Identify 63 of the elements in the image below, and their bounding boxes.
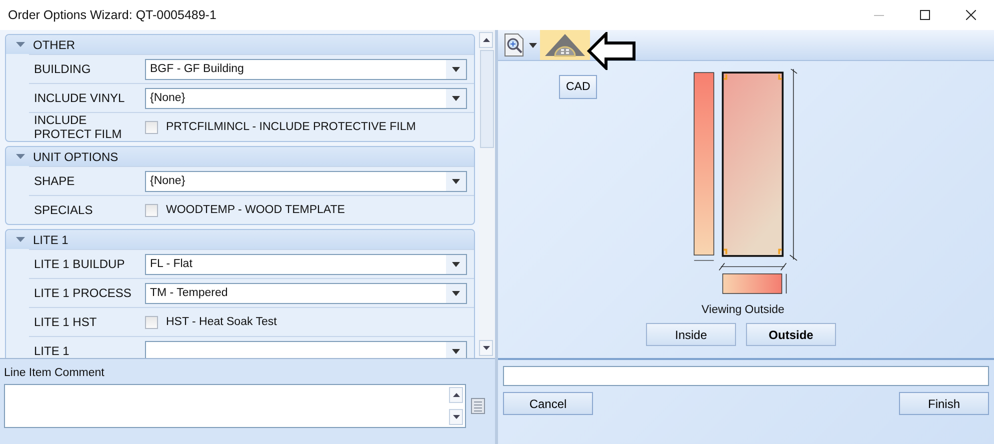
field-label: LITE 1 BUILDUP <box>33 257 126 271</box>
vertical-scrollbar[interactable] <box>479 30 495 358</box>
dropdown-field[interactable]: FL - Flat <box>145 254 467 274</box>
checkbox-label[interactable]: PRTCFILMINCL - INCLUDE PROTECTIVE FILM <box>166 121 416 133</box>
field-label: LITE 1 HST <box>33 315 98 329</box>
dropdown-field[interactable] <box>145 340 467 358</box>
field-label: LITE 1 PROCESS <box>33 286 132 300</box>
field-label: SPECIALS <box>33 203 94 217</box>
roof-window-icon <box>543 33 587 57</box>
close-icon <box>966 10 976 20</box>
down-arrow-icon <box>452 415 460 419</box>
caret-icon <box>452 66 460 72</box>
scroll-up-button[interactable] <box>479 32 493 48</box>
zoom-button[interactable] <box>504 33 526 57</box>
window-title: Order Options Wizard: QT-0005489-1 <box>7 8 218 22</box>
section-title[interactable]: LITE 1 <box>33 232 68 246</box>
scroll-down-button[interactable] <box>449 409 463 425</box>
collapse-triangle-icon[interactable] <box>16 40 25 49</box>
field-label: SHAPE <box>33 174 76 188</box>
cad-button[interactable]: CAD <box>559 75 598 99</box>
down-arrow-icon <box>482 346 490 350</box>
dropdown-field[interactable]: {None} <box>145 170 467 192</box>
caret-icon <box>452 290 460 296</box>
scroll-down-button[interactable] <box>479 340 493 356</box>
checkbox-label[interactable]: WOODTEMP - WOOD TEMPLATE <box>166 204 345 216</box>
dropdown-button[interactable] <box>529 42 537 48</box>
dropdown-field[interactable]: BGF - GF Building <box>145 58 467 80</box>
view-caption: Viewing Outside <box>702 304 784 316</box>
comment-label: Line Item Comment <box>4 367 106 379</box>
view-toggle-button[interactable] <box>540 30 590 60</box>
minimize-icon <box>874 14 884 16</box>
section-title[interactable]: OTHER <box>33 38 75 52</box>
field-label: INCLUDE PROTECT FILM <box>33 113 123 141</box>
dropdown-field[interactable]: TM - Tempered <box>145 282 467 304</box>
checkbox[interactable] <box>145 120 158 134</box>
scroll-up-button[interactable] <box>449 387 463 403</box>
field-label: LITE 1 <box>33 344 70 358</box>
field-label: INCLUDE VINYL <box>33 91 126 105</box>
caret-icon <box>529 42 537 48</box>
caret-icon <box>452 96 460 100</box>
caret-icon <box>452 262 460 266</box>
collapse-triangle-icon[interactable] <box>16 235 25 244</box>
maximize-icon <box>920 10 930 20</box>
finish-button[interactable]: Finish <box>899 392 989 415</box>
zoom-document-icon <box>504 33 526 57</box>
comment-field[interactable] <box>4 384 466 428</box>
section-title[interactable]: UNIT OPTIONS <box>33 150 118 164</box>
caret-icon <box>452 178 460 184</box>
left-arrow-pointer-icon <box>587 32 637 70</box>
checkbox-label[interactable]: HST - Heat Soak Test <box>166 316 277 328</box>
dropdown-field[interactable]: {None} <box>145 88 467 108</box>
checkbox[interactable] <box>145 204 158 216</box>
caret-icon <box>452 348 460 354</box>
view-button[interactable]: Outside <box>746 323 836 346</box>
up-arrow-icon <box>452 393 460 397</box>
field-label: BUILDING <box>33 62 92 76</box>
collapse-triangle-icon[interactable] <box>16 152 25 161</box>
notes-icon[interactable] <box>471 398 485 414</box>
view-button[interactable]: Inside <box>646 323 736 346</box>
status-field[interactable] <box>503 366 989 386</box>
cancel-button[interactable]: Cancel <box>503 392 593 415</box>
checkbox[interactable] <box>145 316 158 328</box>
up-arrow-icon <box>482 38 490 42</box>
